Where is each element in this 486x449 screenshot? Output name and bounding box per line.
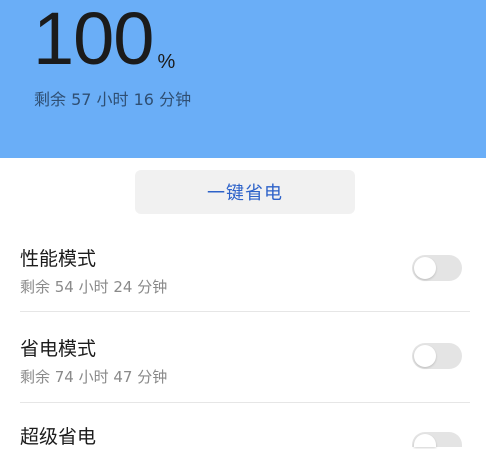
performance-mode-row[interactable]: 性能模式 剩余 54 小时 24 分钟	[20, 244, 470, 304]
one-click-power-save-button[interactable]: 一键省电	[135, 170, 355, 214]
super-power-saving-row[interactable]: 超级省电	[20, 422, 470, 448]
toggle-knob	[414, 345, 436, 367]
battery-remaining-time: 剩余 57 小时 16 分钟	[34, 90, 192, 109]
performance-mode-remaining: 剩余 54 小时 24 分钟	[20, 278, 168, 296]
power-saving-mode-title: 省电模式	[20, 338, 97, 360]
battery-header: 100 % 剩余 57 小时 16 分钟	[0, 0, 486, 158]
power-saving-mode-row[interactable]: 省电模式 剩余 74 小时 47 分钟	[20, 334, 470, 394]
super-power-saving-title: 超级省电	[20, 426, 97, 448]
power-saving-mode-remaining: 剩余 74 小时 47 分钟	[20, 368, 168, 386]
performance-mode-title: 性能模式	[20, 248, 97, 270]
battery-percent-sign: %	[157, 51, 176, 73]
divider	[20, 311, 470, 312]
super-power-saving-toggle[interactable]	[412, 432, 462, 447]
toggle-knob	[414, 257, 436, 279]
battery-percentage: 100	[33, 0, 154, 80]
toggle-knob	[414, 434, 436, 447]
power-saving-mode-toggle[interactable]	[412, 343, 462, 369]
battery-level: 100 %	[33, 2, 175, 76]
divider	[20, 402, 470, 403]
performance-mode-toggle[interactable]	[412, 255, 462, 281]
